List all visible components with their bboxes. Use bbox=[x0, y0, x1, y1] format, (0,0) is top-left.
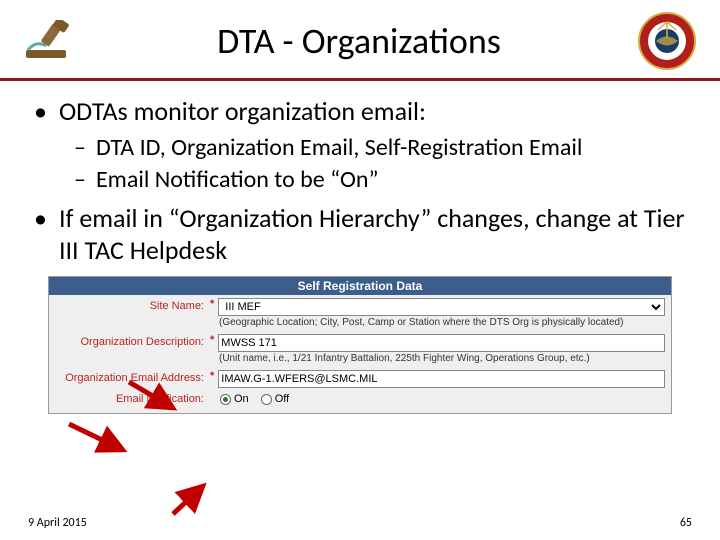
radio-on[interactable]: On bbox=[220, 393, 249, 405]
bullet-dta-id: – DTA ID, Organization Email, Self-Regis… bbox=[74, 133, 692, 162]
usmc-seal-icon bbox=[638, 12, 696, 70]
dash-icon: – bbox=[74, 165, 86, 194]
row-site-name: Site Name: * III MEF bbox=[49, 295, 671, 316]
footer-page: 65 bbox=[680, 516, 692, 530]
content-area: • ODTAs monitor organization email: – DT… bbox=[0, 95, 720, 414]
arrow-icon bbox=[165, 480, 215, 520]
dash-icon: – bbox=[74, 133, 86, 162]
form-title: Self Registration Data bbox=[49, 277, 671, 295]
bullet-text: If email in “Organization Hierarchy” cha… bbox=[59, 202, 692, 266]
email-notif-label: Email Notification: bbox=[55, 391, 210, 405]
org-desc-input[interactable] bbox=[218, 334, 665, 352]
header-divider bbox=[0, 78, 720, 81]
row-org-desc: Organization Description: * bbox=[49, 331, 671, 352]
row-org-email: Organization Email Address: * bbox=[49, 367, 671, 388]
footer-date: 9 April 2015 bbox=[28, 516, 87, 530]
org-desc-hint: (Unit name, i.e., 1/21 Infantry Battalio… bbox=[49, 352, 671, 367]
bullet-odta-monitor: • ODTAs monitor organization email: bbox=[34, 95, 692, 127]
bullet-dot-icon: • bbox=[34, 95, 47, 127]
self-registration-form: Self Registration Data Site Name: * III … bbox=[48, 276, 672, 414]
site-name-select[interactable]: III MEF bbox=[218, 298, 665, 316]
footer: 9 April 2015 65 bbox=[28, 516, 692, 530]
org-desc-label: Organization Description: bbox=[55, 334, 210, 348]
bullet-text: ODTAs monitor organization email: bbox=[59, 95, 426, 127]
header-bar: DTA - Organizations bbox=[0, 0, 720, 78]
required-asterisk-icon: * bbox=[210, 370, 218, 382]
radio-off[interactable]: Off bbox=[261, 393, 289, 405]
bullet-dot-icon: • bbox=[34, 202, 47, 266]
gavel-logo bbox=[24, 20, 80, 62]
bullet-email-notif: – Email Notification to be “On” bbox=[74, 165, 692, 194]
radio-icon bbox=[220, 394, 231, 405]
site-name-hint: (Geographic Location; City, Post, Camp o… bbox=[49, 316, 671, 331]
row-email-notif: Email Notification: On Off bbox=[49, 388, 671, 413]
org-email-input[interactable] bbox=[218, 370, 665, 388]
bullet-text: DTA ID, Organization Email, Self-Registr… bbox=[96, 133, 582, 162]
org-email-label: Organization Email Address: bbox=[55, 370, 210, 384]
arrow-icon bbox=[65, 420, 135, 460]
bullet-text: Email Notification to be “On” bbox=[96, 165, 379, 194]
required-asterisk-icon: * bbox=[210, 298, 218, 310]
radio-icon bbox=[261, 394, 272, 405]
site-name-label: Site Name: bbox=[55, 298, 210, 312]
slide-title: DTA - Organizations bbox=[80, 19, 638, 63]
bullet-hierarchy: • If email in “Organization Hierarchy” c… bbox=[34, 202, 692, 266]
required-asterisk-icon: * bbox=[210, 334, 218, 346]
